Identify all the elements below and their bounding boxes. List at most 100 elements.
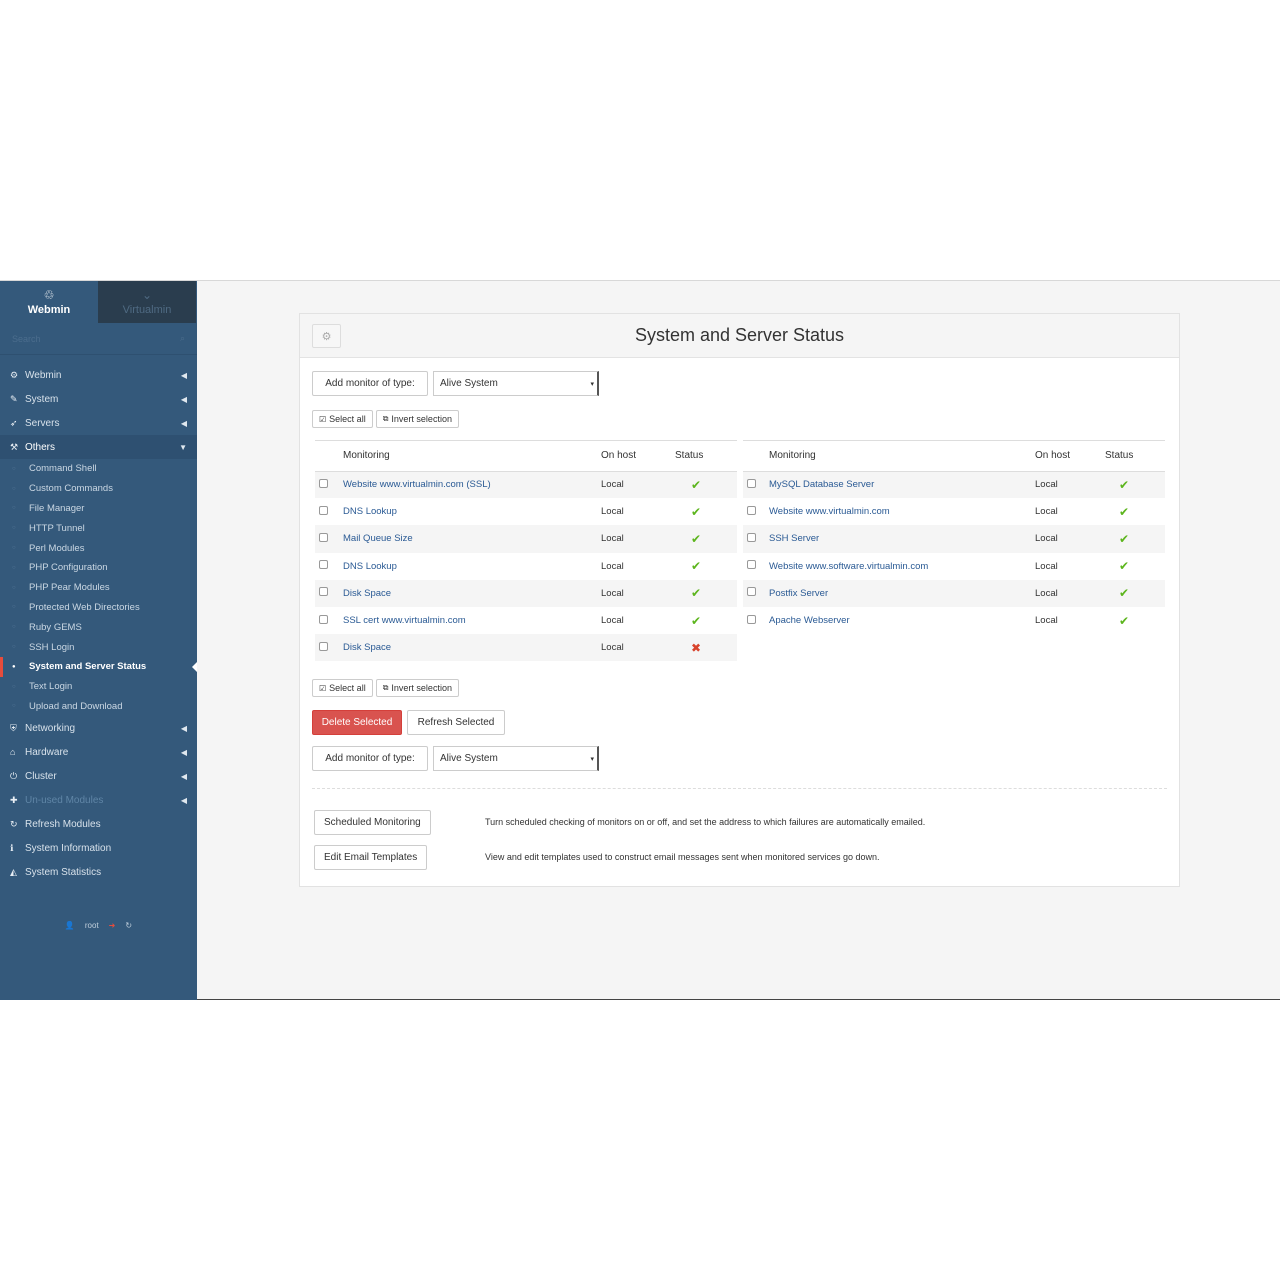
sidebar-subitem-command-shell[interactable]: ○ Command Shell (0, 459, 197, 479)
monitor-link[interactable]: Website www.software.virtualmin.com (769, 561, 928, 572)
sidebar-item-system[interactable]: ✎ System ◀ (0, 387, 197, 411)
monitor-type-select[interactable]: Alive System ▾ (433, 371, 599, 396)
select-all-button[interactable]: ☑ Select all (312, 679, 373, 697)
sidebar-subitem-perl-modules[interactable]: ○ Perl Modules (0, 538, 197, 558)
power-icon: ⏻ (10, 770, 18, 781)
sidebar-subitem-custom-commands[interactable]: ○ Custom Commands (0, 479, 197, 499)
add-monitor-button[interactable]: Add monitor of type: (312, 371, 428, 396)
row-checkbox[interactable] (747, 532, 756, 542)
monitor-link[interactable]: Apache Webserver (769, 615, 850, 626)
scheduled-monitoring-button[interactable]: Scheduled Monitoring (314, 810, 431, 835)
sidebar-subitem-label: HTTP Tunnel (29, 522, 85, 534)
monitor-name-cell: DNS Lookup (343, 553, 601, 580)
sidebar-subitem-upload-and-download[interactable]: ○ Upload and Download (0, 697, 197, 717)
sidebar-subitem-ssh-login[interactable]: ○ SSH Login (0, 637, 197, 657)
caret-left-icon: ◀ (180, 418, 187, 428)
sidebar-subitem-php-configuration[interactable]: ○ PHP Configuration (0, 558, 197, 578)
monitor-link[interactable]: DNS Lookup (343, 506, 397, 517)
sidebar-subitem-protected-web-directories[interactable]: ○ Protected Web Directories (0, 598, 197, 618)
page-title: System and Server Status (634, 325, 845, 345)
sidebar-item-refresh-modules[interactable]: ↻ Refresh Modules (0, 812, 197, 836)
caret-left-icon: ◀ (180, 370, 187, 380)
search-icon: ⌕ (179, 333, 185, 343)
invert-selection-button[interactable]: ⧉ Invert selection (375, 410, 459, 428)
sidebar-subitem-ruby-gems[interactable]: ○ Ruby GEMS (0, 617, 197, 637)
row-checkbox[interactable] (319, 505, 328, 515)
monitor-host: Local (601, 560, 624, 572)
monitor-host: Local (601, 579, 675, 607)
delete-selected-button[interactable]: Delete Selected (312, 710, 402, 735)
monitor-link[interactable]: Disk Space (343, 642, 391, 653)
sidebar-item-networking[interactable]: ⛨ Networking ◀ (0, 716, 197, 740)
add-monitor-button[interactable]: Add monitor of type: (312, 746, 428, 771)
check-square-icon: ☑ (319, 414, 327, 424)
sidebar-item-webmin[interactable]: ⚙ Webmin ◀ (0, 363, 197, 387)
sidebar-item-label: Servers (25, 417, 60, 429)
sidebar-subitem-http-tunnel[interactable]: ○ HTTP Tunnel (0, 518, 197, 538)
table-row: Website www.virtualmin.com (SSL) Local ✔ (315, 471, 737, 499)
sidebar-subitem-label: Upload and Download (29, 700, 123, 712)
circle-icon: ○ (12, 564, 16, 571)
monitor-link[interactable]: Disk Space (343, 588, 391, 599)
row-checkbox[interactable] (319, 641, 328, 651)
refresh-icon[interactable]: ↻ (125, 921, 132, 930)
monitor-status-cell: ✔ (1105, 607, 1165, 634)
row-checkbox[interactable] (747, 505, 756, 515)
row-checkbox[interactable] (319, 587, 328, 597)
monitor-link[interactable]: SSH Server (769, 533, 819, 544)
row-checkbox[interactable] (747, 587, 756, 597)
add-monitor-row-top: Add monitor of type: Alive System ▾ (312, 371, 599, 396)
module-config-button[interactable]: ⚙ (312, 324, 341, 348)
check-icon: ✔ (691, 613, 702, 628)
edit-email-templates-button[interactable]: Edit Email Templates (314, 845, 428, 870)
caret-left-icon: ◀ (180, 723, 187, 733)
sidebar-item-servers[interactable]: ➶ Servers ◀ (0, 411, 197, 435)
sidebar-item-cluster[interactable]: ⏻ Cluster ◀ (0, 764, 197, 788)
monitor-link[interactable]: Website www.virtualmin.com (SSL) (343, 479, 491, 490)
row-checkbox[interactable] (319, 532, 328, 542)
sidebar-subitem-php-pear-modules[interactable]: ○ PHP Pear Modules (0, 578, 197, 598)
monitor-type-select[interactable]: Alive System ▾ (433, 746, 599, 771)
monitor-link[interactable]: Postfix Server (769, 588, 828, 599)
refresh-selected-button[interactable]: Refresh Selected (407, 710, 505, 735)
logout-icon[interactable]: ➜ (109, 921, 116, 930)
invert-selection-button[interactable]: ⧉ Invert selection (375, 679, 459, 697)
username[interactable]: root (85, 921, 99, 930)
caret-left-icon: ◀ (180, 394, 187, 404)
sidebar-item-unused-modules[interactable]: ✚ Un-used Modules ◀ (0, 788, 197, 812)
row-checkbox[interactable] (747, 614, 756, 624)
monitor-link[interactable]: Mail Queue Size (343, 533, 413, 544)
sidebar-item-hardware[interactable]: ⌂ Hardware ◀ (0, 740, 197, 764)
hdd-icon: ⌂ (10, 747, 16, 758)
sidebar-item-others[interactable]: ⚒ Others ▼ (0, 435, 197, 459)
sidebar-subitem-label: Perl Modules (29, 542, 85, 554)
sidebar-item-system-information[interactable]: ℹ System Information (0, 836, 197, 860)
select-all-button[interactable]: ☑ Select all (312, 410, 373, 428)
row-checkbox[interactable] (319, 478, 328, 488)
col-on-host: On host (601, 441, 675, 472)
col-status: Status (1105, 441, 1165, 472)
row-checkbox-cell (743, 498, 769, 525)
sidebar-subitem-text-login[interactable]: ○ Text Login (0, 677, 197, 697)
search-input[interactable]: Search (12, 334, 41, 344)
row-checkbox[interactable] (319, 614, 328, 624)
monitor-link[interactable]: Website www.virtualmin.com (769, 506, 890, 517)
sidebar-subitem-file-manager[interactable]: ○ File Manager (0, 499, 197, 519)
monitor-link[interactable]: SSL cert www.virtualmin.com (343, 615, 466, 626)
invert-selection-label: Invert selection (391, 683, 452, 693)
sidebar-nav: ⚙ Webmin ◀ ✎ System ◀ ➶ Servers ◀ ⚒ Othe… (0, 355, 197, 884)
row-checkbox[interactable] (747, 560, 756, 570)
col-monitoring: Monitoring (769, 441, 1035, 472)
monitor-link[interactable]: DNS Lookup (343, 561, 397, 572)
sidebar-search[interactable]: Search ⌕ (0, 323, 197, 355)
wrench-icon: ✎ (10, 393, 18, 404)
row-checkbox[interactable] (747, 478, 756, 488)
sidebar-subitem-system-and-server-status[interactable]: ● System and Server Status (0, 656, 197, 677)
monitor-name-cell: MySQL Database Server (769, 471, 1035, 499)
tab-virtualmin-label: Virtualmin (122, 304, 172, 316)
row-checkbox[interactable] (319, 560, 328, 570)
tab-webmin[interactable]: ♲ Webmin (0, 281, 98, 323)
tab-virtualmin[interactable]: ⌄ Virtualmin (98, 281, 196, 323)
monitor-link[interactable]: MySQL Database Server (769, 479, 874, 490)
sidebar-item-system-statistics[interactable]: ◭ System Statistics (0, 860, 197, 884)
